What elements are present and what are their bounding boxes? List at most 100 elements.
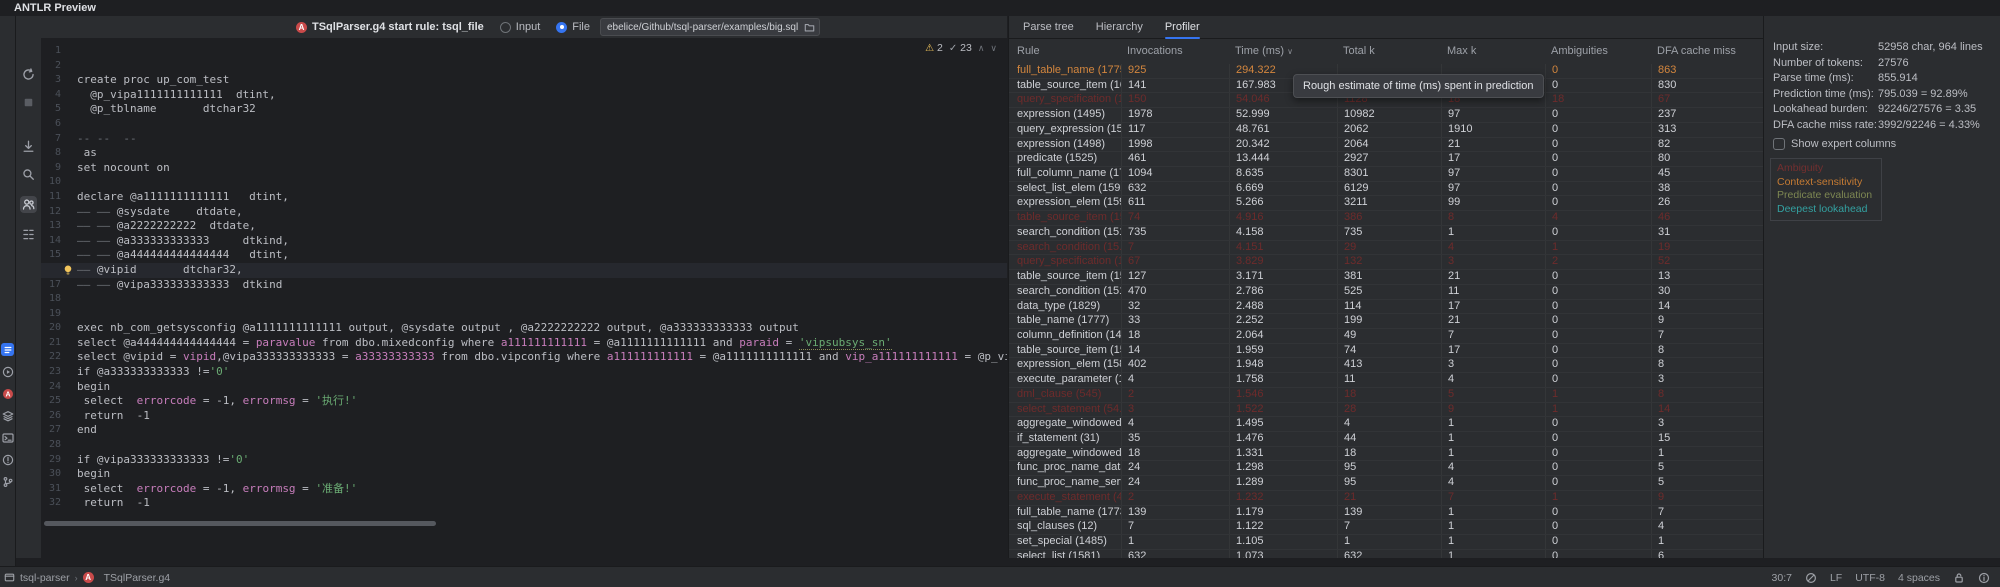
column-header-rule[interactable]: Rule <box>1009 45 1121 57</box>
code-line[interactable]: -- -- -- <box>41 132 1007 147</box>
code-line[interactable] <box>41 438 1007 453</box>
profiler-row[interactable]: select_list_elem (1592)6326.669612997038 <box>1009 182 1763 197</box>
code-line[interactable]: —— —— @a333333333333 dtkind, <box>41 234 1007 249</box>
code-line[interactable]: —— @vipid dtchar32, <box>41 263 1007 278</box>
code-line[interactable]: —— —— @a444444444444444 dtint, <box>41 248 1007 263</box>
antlr-console-icon[interactable]: A <box>1 387 14 400</box>
column-header-total-k[interactable]: Total k <box>1337 45 1441 57</box>
profiler-row[interactable]: table_source_item (15...141.959741708 <box>1009 344 1763 359</box>
profiler-row[interactable]: column_definition (1421)182.06449707 <box>1009 329 1763 344</box>
code-line[interactable]: declare @a1111111111111 dtint, <box>41 190 1007 205</box>
code-line[interactable]: —— —— @a2222222222 dtdate, <box>41 219 1007 234</box>
profiler-row[interactable]: full_table_name (1773)1391.179139107 <box>1009 506 1763 521</box>
indent-style[interactable]: 4 spaces <box>1898 572 1940 584</box>
show-expert-columns-checkbox[interactable]: Show expert columns <box>1773 138 1896 150</box>
profiler-icon[interactable] <box>20 196 37 213</box>
checkbox-box[interactable] <box>1773 138 1785 150</box>
code-line[interactable] <box>41 117 1007 132</box>
structure-icon[interactable] <box>20 226 37 243</box>
profiler-row[interactable]: execute_statement (4...21.23221719 <box>1009 491 1763 506</box>
code-line[interactable]: return -1 <box>41 496 1007 511</box>
search-icon[interactable] <box>20 166 37 183</box>
code-line[interactable] <box>41 44 1007 59</box>
highlighting-level-icon[interactable] <box>1805 572 1817 584</box>
column-header-max-k[interactable]: Max k <box>1441 45 1545 57</box>
file-encoding[interactable]: UTF-8 <box>1855 572 1885 584</box>
code-line[interactable] <box>41 175 1007 190</box>
code-line[interactable]: if @vipa333333333333 !='0' <box>41 453 1007 468</box>
profiler-row[interactable]: search_condition (1519)7354.1587351031 <box>1009 226 1763 241</box>
code-line[interactable]: select errorcode = -1, errormsg = '执行!' <box>41 394 1007 409</box>
refresh-icon[interactable] <box>20 66 37 83</box>
profiler-row[interactable]: search_condition (15...74.151294119 <box>1009 241 1763 256</box>
profiler-row[interactable]: func_proc_name_data...241.29895405 <box>1009 461 1763 476</box>
prev-issue-icon[interactable]: ∧ <box>978 43 985 54</box>
line-separator[interactable]: LF <box>1830 572 1842 584</box>
stop-icon[interactable] <box>20 94 37 111</box>
file-radio[interactable]: File <box>556 21 590 33</box>
profiler-row[interactable]: expression_elem (1590)6115.266321199026 <box>1009 196 1763 211</box>
column-header-time-ms-[interactable]: Time (ms)∨ <box>1229 45 1337 57</box>
profiler-row[interactable]: table_source_item (15...744.9163868446 <box>1009 211 1763 226</box>
lock-icon[interactable] <box>1953 572 1965 584</box>
code-line[interactable]: if @a333333333333 !='0' <box>41 365 1007 380</box>
profiler-row[interactable]: expression (1495)197852.99910982970237 <box>1009 108 1763 123</box>
profiler-row[interactable]: sql_clauses (12)71.1227104 <box>1009 520 1763 535</box>
code-line[interactable] <box>41 59 1007 74</box>
code-line[interactable]: —— —— @sysdate dtdate, <box>41 205 1007 220</box>
profiler-row[interactable]: expression_elem (1589)4021.948413308 <box>1009 358 1763 373</box>
profiler-row[interactable]: aggregate_windowed...181.33118101 <box>1009 447 1763 462</box>
antlr-preview-icon[interactable] <box>1 343 14 356</box>
scroll-to-source-icon[interactable] <box>20 138 37 155</box>
profiler-row[interactable]: select_statement (54...31.522289114 <box>1009 403 1763 418</box>
profiler-row[interactable]: table_source_item (15...1273.17138121013 <box>1009 270 1763 285</box>
horizontal-scrollbar[interactable] <box>44 521 436 526</box>
code-line[interactable]: begin <box>41 380 1007 395</box>
terminal-icon[interactable] <box>1 431 14 444</box>
profiler-row[interactable]: dml_clause (545)21.54618518 <box>1009 388 1763 403</box>
inspections-widget[interactable]: ⚠ 2 ✓ 23 ∧ ∨ <box>925 42 997 54</box>
profiler-row[interactable]: if_statement (31)351.476441015 <box>1009 432 1763 447</box>
profiler-row[interactable]: query_specification (1...673.8291323252 <box>1009 255 1763 270</box>
code-line[interactable]: begin <box>41 467 1007 482</box>
profiler-row[interactable]: set_special (1485)11.1051101 <box>1009 535 1763 550</box>
code-line[interactable]: exec nb_com_getsysconfig @a1111111111111… <box>41 321 1007 336</box>
run-icon[interactable] <box>1 365 14 378</box>
version-control-icon[interactable] <box>1 475 14 488</box>
profiler-row[interactable]: execute_parameter (1...41.75811403 <box>1009 373 1763 388</box>
code-line[interactable]: select errorcode = -1, errormsg = '准备!' <box>41 482 1007 497</box>
file-radio-circle[interactable] <box>556 22 567 33</box>
code-line[interactable]: select @a444444444444444 = paravalue fro… <box>41 336 1007 351</box>
breadcrumb-project[interactable]: tsql-parser <box>20 572 70 584</box>
next-issue-icon[interactable]: ∨ <box>990 43 997 54</box>
profiler-row[interactable]: query_expression (1527)11748.76120621910… <box>1009 123 1763 138</box>
profiler-row[interactable]: data_type (1829)322.48811417014 <box>1009 300 1763 315</box>
input-radio-circle[interactable] <box>500 22 511 33</box>
profiler-row[interactable]: table_name (1777)332.2521992109 <box>1009 314 1763 329</box>
code-line[interactable]: set nocount on <box>41 161 1007 176</box>
code-line[interactable] <box>41 307 1007 322</box>
profiler-row[interactable]: func_proc_name_serv...241.28995405 <box>1009 476 1763 491</box>
profiler-row[interactable]: expression (1498)199820.342206421082 <box>1009 138 1763 153</box>
problems-icon[interactable] <box>1 453 14 466</box>
tab-profiler[interactable]: Profiler <box>1165 16 1200 39</box>
profiler-row[interactable]: select_list (1581)6321.073632106 <box>1009 550 1763 558</box>
input-file-path-field[interactable]: ebelice/Github/tsql-parser/examples/big.… <box>600 18 820 36</box>
folder-browse-icon[interactable] <box>804 22 815 33</box>
code-line[interactable] <box>41 292 1007 307</box>
code-line[interactable]: @p_tblname dtchar32 <box>41 102 1007 117</box>
services-icon[interactable] <box>1 409 14 422</box>
profiler-row[interactable]: search_condition (1517)4702.78652511030 <box>1009 285 1763 300</box>
tab-parse-tree[interactable]: Parse tree <box>1023 16 1074 39</box>
code-line[interactable]: @p_vipa1111111111111 dtint, <box>41 88 1007 103</box>
intention-bulb-icon[interactable] <box>62 264 74 276</box>
inspections-widget-icon[interactable] <box>1978 572 1990 584</box>
breadcrumb-file[interactable]: TSqlParser.g4 <box>104 572 171 584</box>
code-line[interactable]: end <box>41 423 1007 438</box>
tab-hierarchy[interactable]: Hierarchy <box>1096 16 1143 39</box>
code-line[interactable]: —— —— @vipa333333333333 dtkind <box>41 278 1007 293</box>
column-header-invocations[interactable]: Invocations <box>1121 45 1229 57</box>
code-line[interactable]: return -1 <box>41 409 1007 424</box>
column-header-dfa-cache-miss[interactable]: DFA cache miss <box>1651 45 1763 57</box>
profiler-row[interactable]: predicate (1525)46113.444292717080 <box>1009 152 1763 167</box>
